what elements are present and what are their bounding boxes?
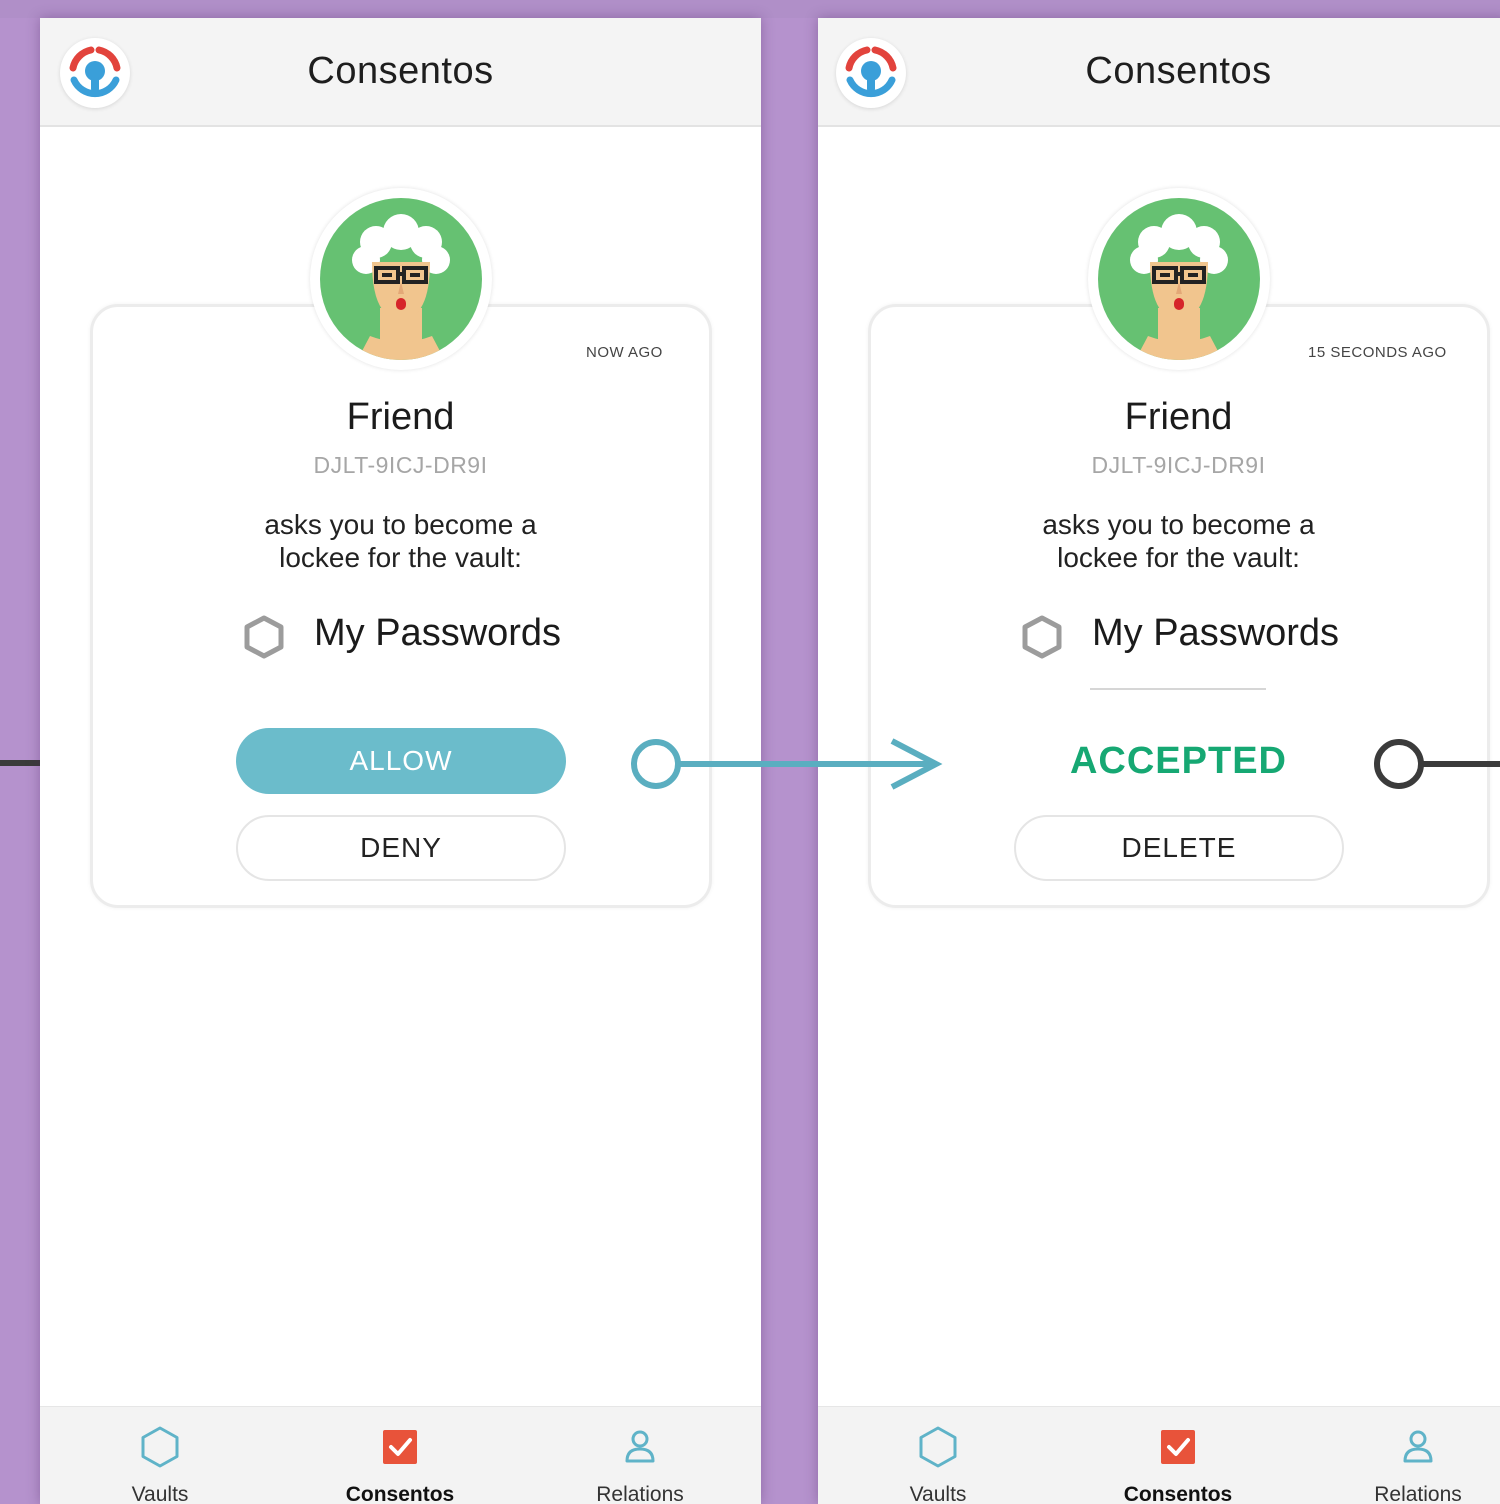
person-icon bbox=[625, 1430, 655, 1463]
hexagon-icon bbox=[919, 1426, 957, 1468]
phone-screen-accepted: Consentos 15 SECONDS AGO Friend DJLT-9IC… bbox=[818, 18, 1500, 1504]
app-header: Consentos bbox=[40, 18, 761, 127]
friend-id: DJLT-9ICJ-DR9I bbox=[1091, 452, 1266, 478]
tab-label: Relations bbox=[1374, 1483, 1462, 1504]
phone-screen-request: Consentos NOW AGO Friend DJLT-9ICJ-DR9I … bbox=[40, 18, 761, 1504]
friend-avatar bbox=[310, 188, 492, 370]
friend-id: DJLT-9ICJ-DR9I bbox=[313, 452, 488, 478]
tab-relations[interactable]: Relations bbox=[1328, 1407, 1500, 1504]
tab-label: Vaults bbox=[131, 1483, 189, 1504]
avatar-illustration bbox=[1098, 198, 1260, 360]
checkbox-icon bbox=[383, 1430, 417, 1464]
vault-name: My Passwords bbox=[314, 612, 562, 654]
friend-avatar bbox=[1088, 188, 1270, 370]
status-divider bbox=[1090, 688, 1266, 690]
tab-consentos[interactable]: Consentos bbox=[1088, 1407, 1268, 1504]
hexagon-icon bbox=[141, 1426, 179, 1468]
tab-label: Relations bbox=[596, 1483, 684, 1504]
friend-name: Friend bbox=[1124, 396, 1233, 438]
tab-vaults[interactable]: Vaults bbox=[70, 1407, 250, 1504]
tab-vaults[interactable]: Vaults bbox=[848, 1407, 1028, 1504]
request-timestamp: 15 SECONDS AGO bbox=[1308, 344, 1447, 361]
hexagon-icon bbox=[1022, 615, 1062, 659]
person-icon bbox=[1403, 1430, 1433, 1463]
bottom-tab-bar: Vaults Consentos Relations bbox=[818, 1406, 1500, 1504]
checkbox-icon bbox=[1161, 1430, 1195, 1464]
request-message-line1: asks you to become a bbox=[264, 509, 537, 540]
request-message: asks you to become a lockee for the vaul… bbox=[818, 508, 1500, 574]
accepted-status: ACCEPTED bbox=[1069, 740, 1288, 782]
request-timestamp: NOW AGO bbox=[586, 344, 663, 361]
request-message-line1: asks you to become a bbox=[1042, 509, 1315, 540]
background-strip bbox=[0, 0, 1500, 18]
page-title: Consentos bbox=[1085, 50, 1272, 92]
friend-name: Friend bbox=[346, 396, 455, 438]
hexagon-icon bbox=[244, 615, 284, 659]
tab-relations[interactable]: Relations bbox=[550, 1407, 730, 1504]
request-message: asks you to become a lockee for the vaul… bbox=[40, 508, 761, 574]
page-title: Consentos bbox=[307, 50, 494, 92]
app-header: Consentos bbox=[818, 18, 1500, 127]
tab-label: Consentos bbox=[345, 1483, 455, 1504]
tab-label: Vaults bbox=[909, 1483, 967, 1504]
deny-button[interactable]: DENY bbox=[236, 815, 566, 881]
vault-name: My Passwords bbox=[1092, 612, 1340, 654]
tab-label: Consentos bbox=[1123, 1483, 1233, 1504]
delete-button[interactable]: DELETE bbox=[1014, 815, 1344, 881]
request-message-line2: lockee for the vault: bbox=[279, 542, 522, 573]
avatar-illustration bbox=[320, 198, 482, 360]
request-message-line2: lockee for the vault: bbox=[1057, 542, 1300, 573]
allow-button[interactable]: ALLOW bbox=[236, 728, 566, 794]
bottom-tab-bar: Vaults Consentos Relations bbox=[40, 1406, 761, 1504]
tab-consentos[interactable]: Consentos bbox=[310, 1407, 490, 1504]
